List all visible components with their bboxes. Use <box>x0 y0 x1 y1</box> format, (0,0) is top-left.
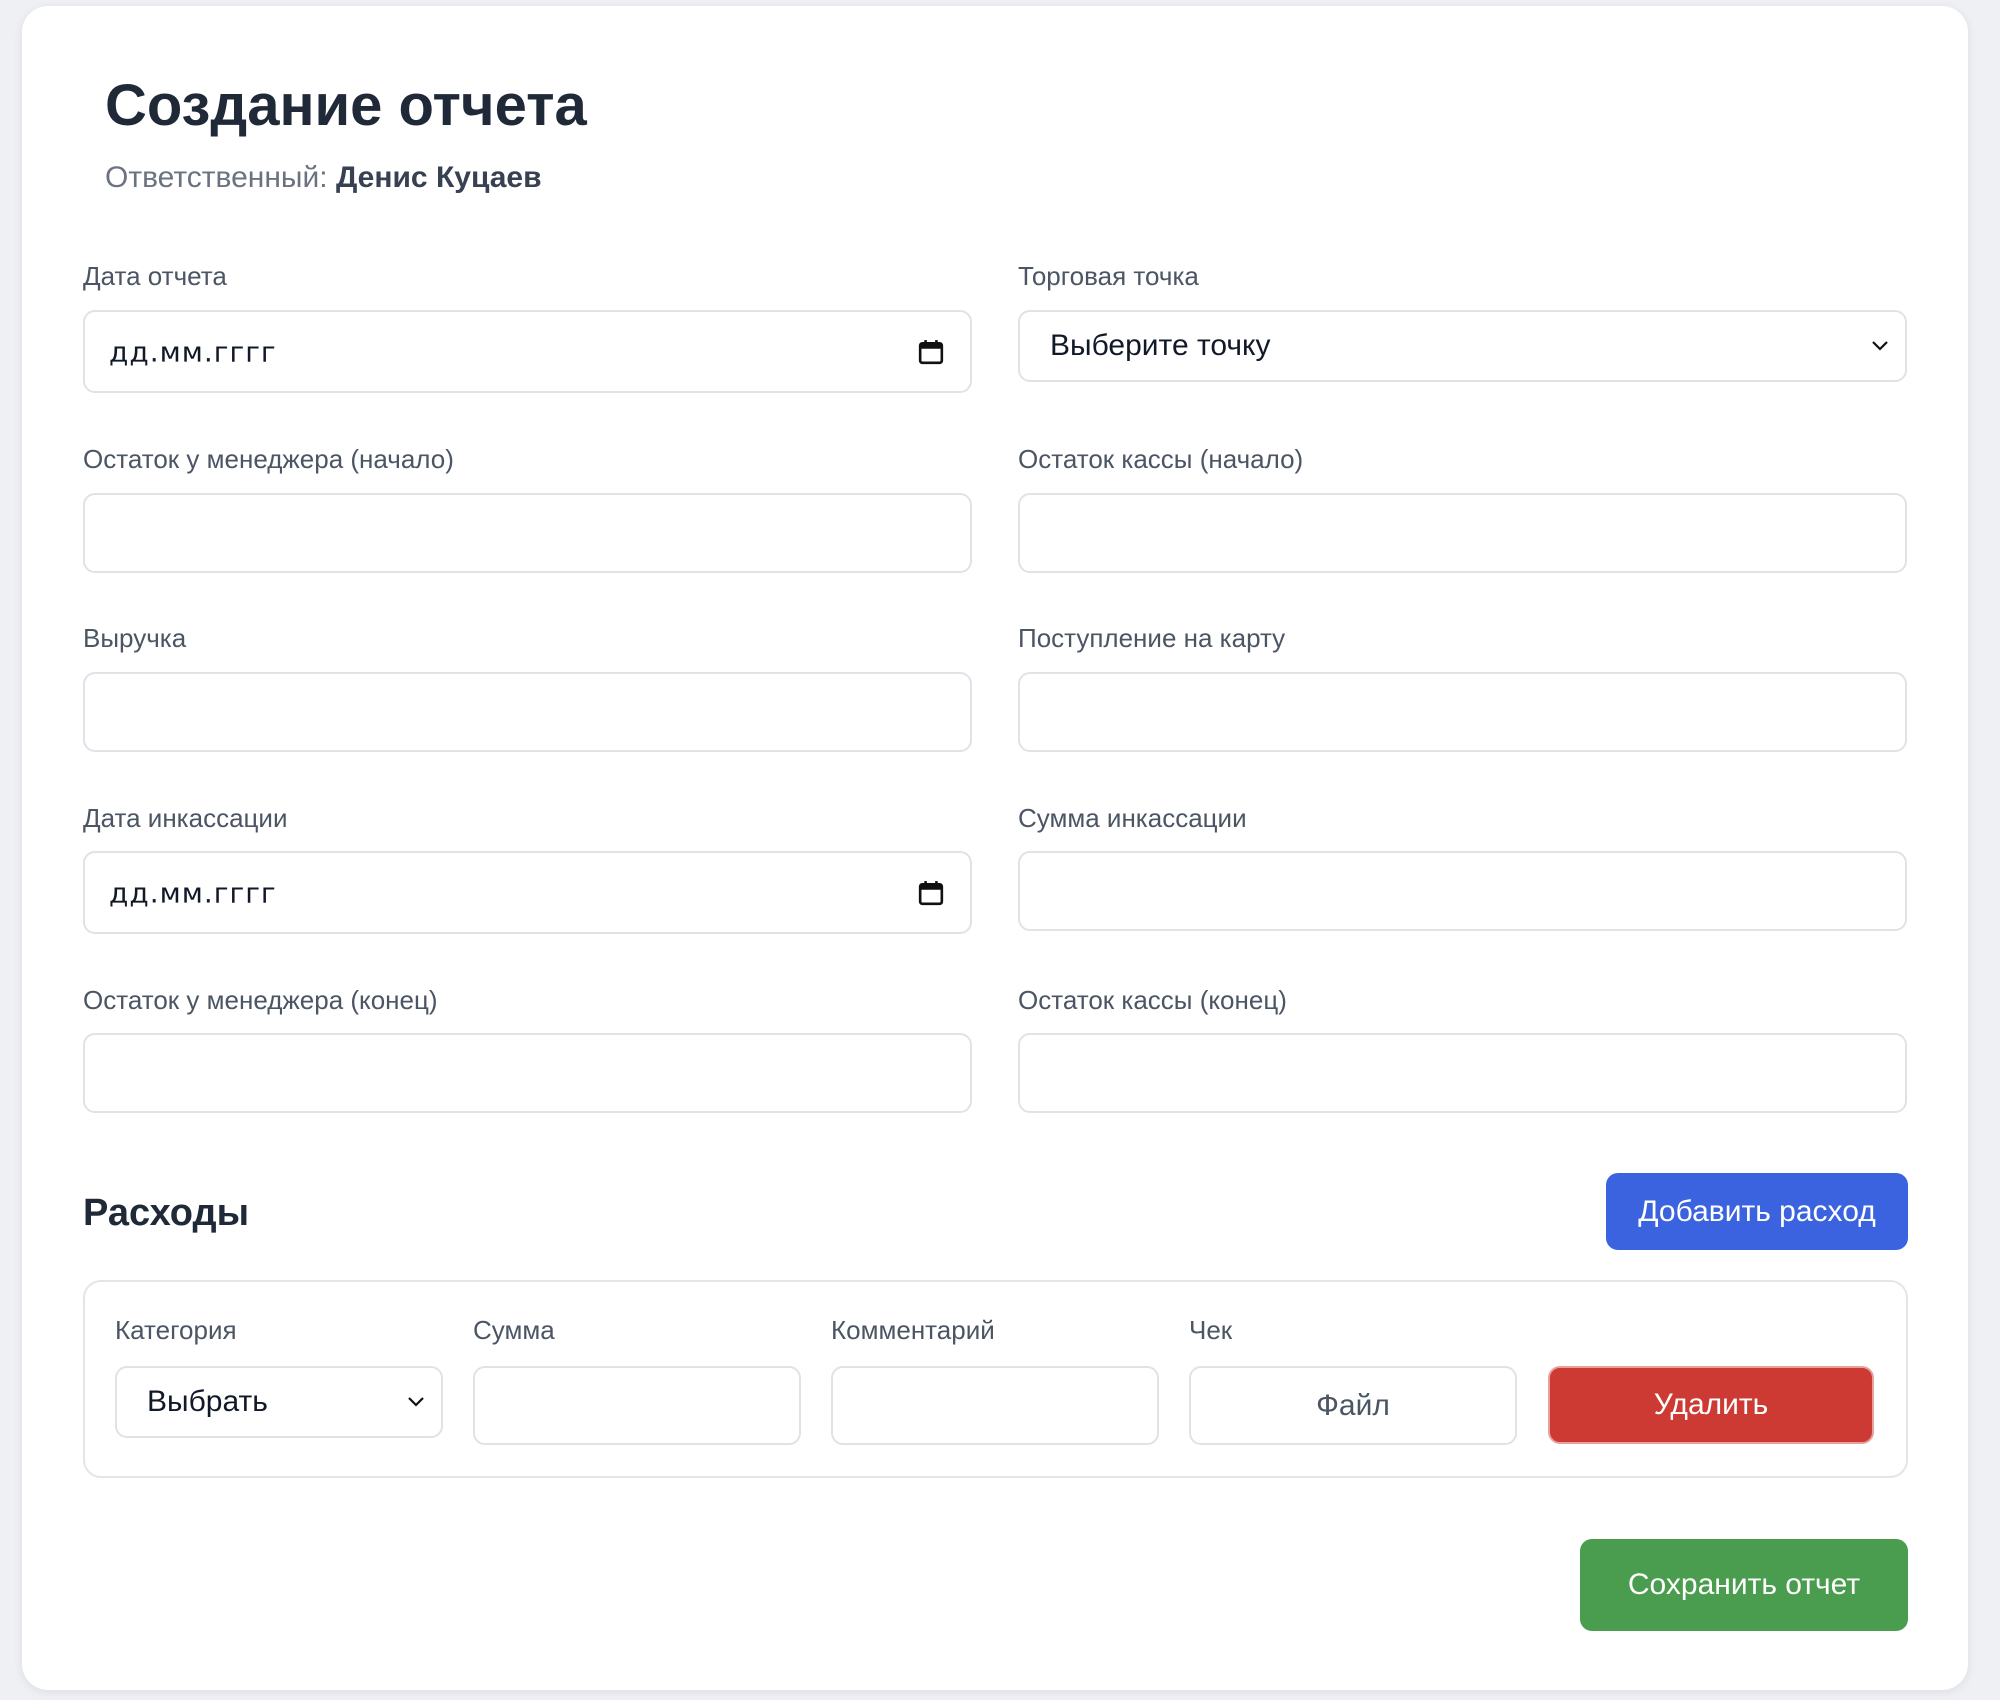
page-title: Создание отчета <box>105 73 587 138</box>
manager-start-input[interactable] <box>83 493 972 573</box>
delete-expense-button[interactable]: Удалить <box>1548 1366 1874 1444</box>
collection-sum-label: Сумма инкассации <box>1018 803 1247 833</box>
calendar-icon[interactable] <box>918 339 944 365</box>
responsible-label: Ответственный: <box>105 161 328 194</box>
chevron-down-icon <box>408 1397 424 1407</box>
collection-date-label: Дата инкассации <box>83 803 288 833</box>
outlet-select[interactable]: Выберите точку <box>1018 310 1907 382</box>
comment-column-label: Комментарий <box>831 1315 995 1345</box>
manager-start-label: Остаток у менеджера (начало) <box>83 444 454 474</box>
cash-start-input[interactable] <box>1018 493 1907 573</box>
file-button[interactable]: Файл <box>1189 1366 1517 1445</box>
manager-end-label: Остаток у менеджера (конец) <box>83 985 438 1015</box>
collection-date-input[interactable]: дд.мм.гггг <box>83 851 972 934</box>
expenses-title: Расходы <box>83 1192 250 1234</box>
cash-start-label: Остаток кассы (начало) <box>1018 444 1304 474</box>
save-report-button[interactable]: Сохранить отчет <box>1580 1539 1908 1631</box>
sum-column-label: Сумма <box>473 1315 555 1345</box>
collection-sum-input[interactable] <box>1018 851 1907 931</box>
card-income-label: Поступление на карту <box>1018 623 1286 653</box>
responsible-info: Ответственный: Денис Куцаев <box>105 158 542 198</box>
card-income-input[interactable] <box>1018 672 1907 752</box>
receipt-column-label: Чек <box>1189 1315 1233 1345</box>
report-date-label: Дата отчета <box>83 261 227 291</box>
chevron-down-icon <box>1872 341 1888 351</box>
report-date-placeholder: дд.мм.гггг <box>109 335 277 368</box>
outlet-label: Торговая точка <box>1018 261 1199 291</box>
report-date-input[interactable]: дд.мм.гггг <box>83 310 972 393</box>
manager-end-input[interactable] <box>83 1033 972 1113</box>
add-expense-button[interactable]: Добавить расход <box>1606 1173 1908 1250</box>
category-selected: Выбрать <box>147 1385 268 1418</box>
expense-comment-input[interactable] <box>831 1366 1159 1445</box>
cash-end-label: Остаток кассы (конец) <box>1018 985 1287 1015</box>
expense-sum-input[interactable] <box>473 1366 801 1445</box>
collection-date-placeholder: дд.мм.гггг <box>109 876 277 909</box>
responsible-name: Денис Куцаев <box>335 161 542 194</box>
revenue-input[interactable] <box>83 672 972 752</box>
calendar-icon[interactable] <box>918 880 944 906</box>
outlet-selected: Выберите точку <box>1050 329 1271 362</box>
revenue-label: Выручка <box>83 623 187 653</box>
category-column-label: Категория <box>115 1315 237 1345</box>
category-select[interactable]: Выбрать <box>115 1366 443 1438</box>
cash-end-input[interactable] <box>1018 1033 1907 1113</box>
